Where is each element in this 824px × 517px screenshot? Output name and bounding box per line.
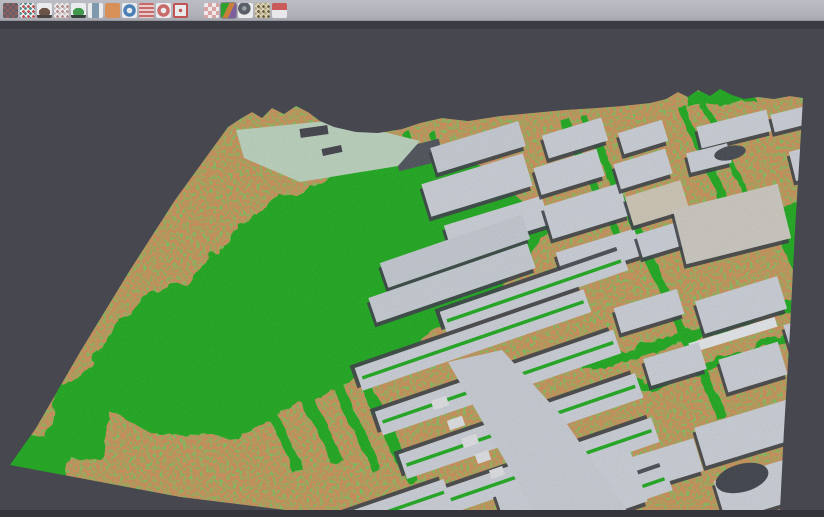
point-noise-layer: [0, 29, 824, 517]
sample-points-icon[interactable]: [20, 3, 35, 18]
mesh-mound-icon[interactable]: [37, 3, 52, 18]
crop-box-icon[interactable]: [173, 3, 188, 18]
circle-select-icon[interactable]: [156, 3, 171, 18]
main-toolbar: [0, 0, 824, 21]
classified-point-cloud: [0, 29, 824, 517]
point-cloud-icon[interactable]: [3, 3, 18, 18]
profile-column-icon[interactable]: [88, 3, 103, 18]
dem-sand-icon[interactable]: [255, 3, 270, 18]
globe-icon[interactable]: [122, 3, 137, 18]
toolbar-separator: [0, 21, 824, 29]
voxel-cube-icon[interactable]: [105, 3, 120, 18]
classification-map-icon[interactable]: [221, 3, 236, 18]
flag-split-icon[interactable]: [272, 3, 287, 18]
layers-stack-icon[interactable]: [139, 3, 154, 18]
checker-mask-icon[interactable]: [204, 3, 219, 18]
filter-noise-icon[interactable]: [54, 3, 69, 18]
terrain-icon[interactable]: [71, 3, 86, 18]
application-window: [0, 0, 824, 517]
point-cloud-scene: [0, 29, 824, 517]
window-bottom-edge: [0, 510, 824, 517]
dark-sphere-icon[interactable]: [238, 3, 253, 18]
viewport-3d[interactable]: [0, 29, 824, 517]
